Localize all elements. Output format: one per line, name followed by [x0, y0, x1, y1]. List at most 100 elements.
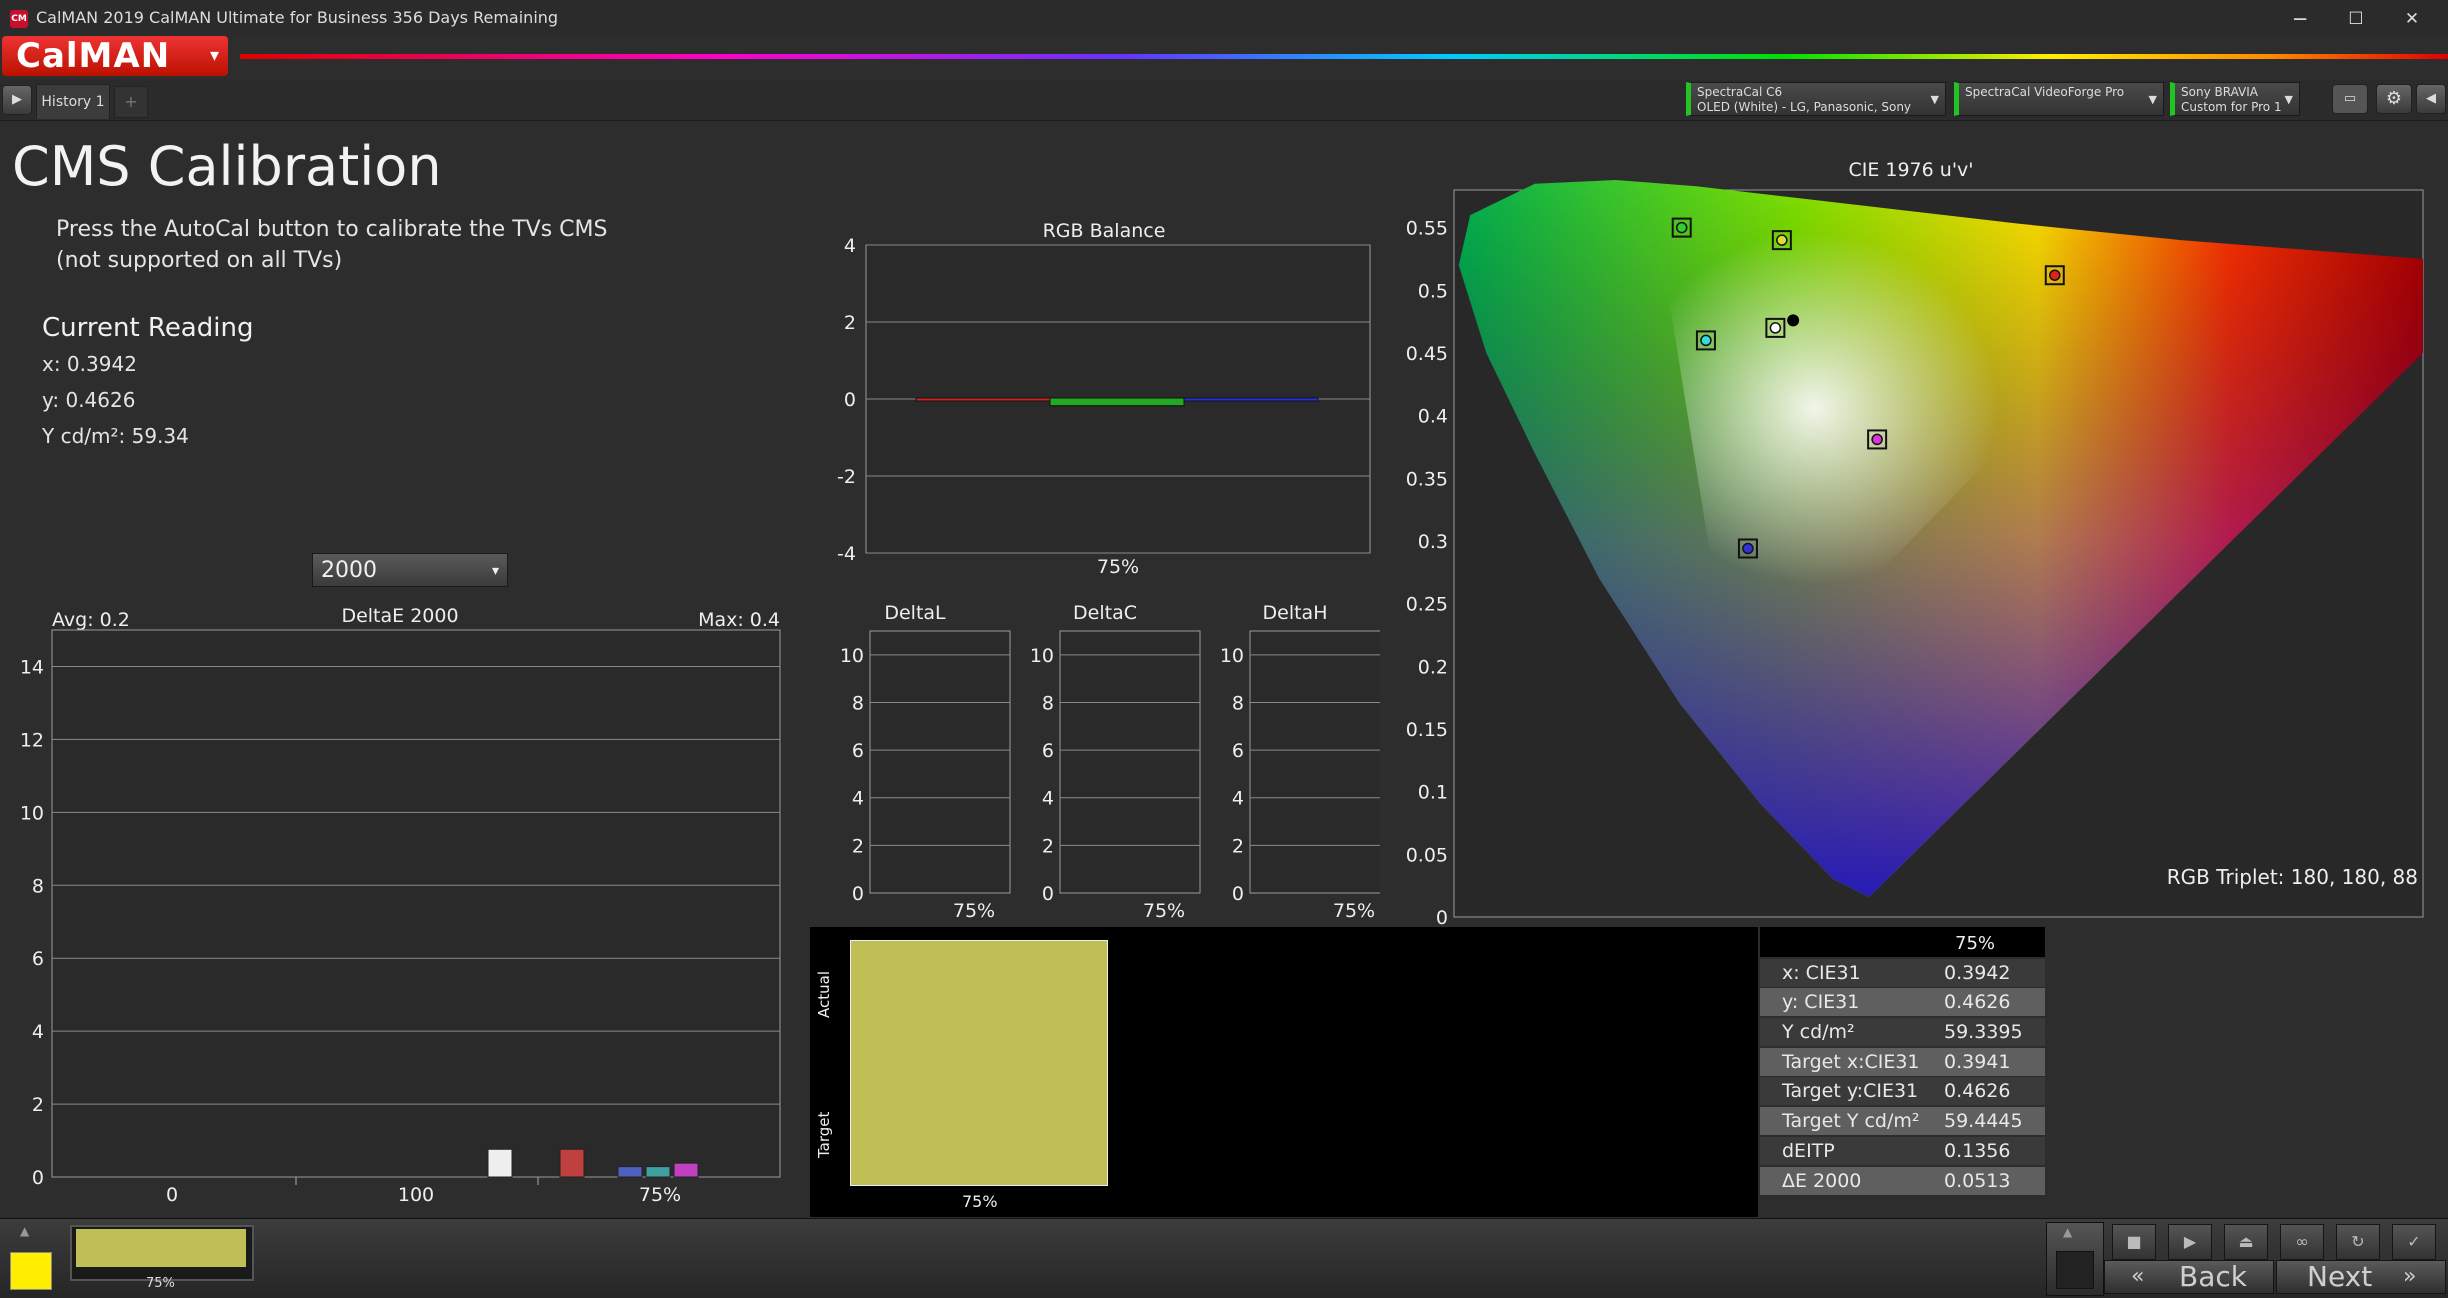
deltae-x-tick: 75%: [639, 1184, 681, 1206]
deltal-title: DeltaL: [884, 602, 946, 624]
gear-icon[interactable]: ⚙: [2376, 84, 2412, 114]
delta-y-tick: 10: [1030, 645, 1054, 667]
window-title: CalMAN 2019 CalMAN Ultimate for Business…: [36, 8, 559, 27]
calman-menu-button[interactable]: CalMAN ▾: [2, 36, 228, 76]
deltae-bar: [673, 1162, 699, 1178]
app-icon: CM: [10, 10, 28, 28]
readings-key: Target y:CIE31: [1782, 1080, 1919, 1103]
deltac-title: DeltaC: [1073, 602, 1137, 624]
rgb-balance-y-tick: 2: [844, 312, 856, 334]
deltal-chart: DeltaL 10 8 6 4 2 0 75%: [840, 602, 1011, 920]
readings-row: ΔE 2000 0.0513: [1760, 1166, 2045, 1195]
collapse-icon[interactable]: ◀: [2416, 84, 2446, 114]
scroll-up-icon: ▲: [2063, 1225, 2073, 1239]
play-icon[interactable]: ▶: [2, 85, 32, 115]
close-button[interactable]: ✕: [2384, 0, 2440, 38]
delta-y-tick: 6: [852, 740, 864, 762]
play-icon[interactable]: ▶: [2168, 1224, 2212, 1260]
deltae-y-tick: 14: [20, 656, 44, 678]
deltae-y-ticks: 14 12 10 8 6 4 2 0: [20, 656, 44, 1189]
deltae-x-ticks: 0 100 75%: [166, 1177, 681, 1206]
deltae-bar: [559, 1148, 585, 1178]
deltae-formula-select[interactable]: 2000 ▾: [312, 553, 508, 587]
readings-row: Target Y cd/m² 59.4445: [1760, 1107, 2045, 1136]
meter-selector[interactable]: SpectraCal C6 OLED (White) - LG, Panason…: [1686, 82, 1946, 116]
deltae-y-tick: 10: [20, 802, 44, 824]
deltae-title: DeltaE 2000: [341, 605, 458, 627]
readings-key: ΔE 2000: [1782, 1169, 1862, 1192]
actual-label: Actual: [815, 971, 833, 1018]
patch-preview-button[interactable]: ▲: [2046, 1222, 2104, 1296]
maximize-button[interactable]: ☐: [2328, 0, 2384, 38]
instructions-line-1: Press the AutoCal button to calibrate th…: [56, 217, 608, 242]
deltae-y-tick: 4: [32, 1021, 44, 1043]
swatch-caption: 75%: [962, 1192, 998, 1211]
rgb-balance-y-tick: 4: [844, 235, 856, 257]
eject-icon[interactable]: ⏏: [2224, 1224, 2268, 1260]
readings-key: x: CIE31: [1782, 961, 1861, 984]
cie-y-tick: 0.4: [1418, 406, 1448, 428]
rgb-triplet: RGB Triplet: 180, 180, 88: [2167, 865, 2418, 889]
target-label: Target: [815, 1111, 833, 1158]
add-tab-button[interactable]: +: [114, 86, 148, 118]
current-reading-luminance: Y cd/m²: 59.34: [42, 424, 189, 448]
chevron-down-icon: ▼: [1930, 93, 1939, 106]
cie-x-tick: 0.55: [2321, 926, 2363, 928]
deltae-x-tick: 0: [166, 1184, 178, 1206]
refresh-icon[interactable]: ↻: [2336, 1224, 2380, 1260]
deltae-x-tick: 100: [398, 1184, 434, 1206]
check-icon[interactable]: ✓: [2392, 1224, 2436, 1260]
stop-icon[interactable]: ■: [2112, 1224, 2156, 1260]
instructions-line-2: (not supported on all TVs): [56, 248, 343, 273]
scroll-up-icon[interactable]: ▲: [20, 1224, 29, 1238]
cie-white-point: [1787, 314, 1800, 327]
delta-y-tick: 4: [852, 788, 864, 810]
deltae-max: Max: 0.4: [698, 609, 780, 631]
deltae-y-tick: 6: [32, 948, 44, 970]
cie-y-tick: 0.55: [1406, 218, 1448, 240]
cie-measured-point: [2049, 269, 2061, 281]
minimize-button[interactable]: ─: [2272, 0, 2328, 38]
readings-header-label: 75%: [1955, 933, 1996, 954]
readings-value: 0.3941: [1944, 1050, 2011, 1073]
source-selector[interactable]: SpectraCal VideoForge Pro ▼: [1954, 82, 2164, 116]
delta-y-tick: 0: [852, 883, 864, 905]
logo-text: CalMAN: [16, 36, 171, 76]
cie-title: CIE 1976 u'v': [1848, 160, 1973, 181]
deltae-y-tick: 2: [32, 1094, 44, 1116]
delta-y-tick: 6: [1232, 740, 1244, 762]
back-button-label: Back: [2179, 1260, 2247, 1293]
readings-value: 0.3942: [1944, 961, 2011, 984]
cie-y-tick: 0.2: [1418, 656, 1448, 678]
deltac-chart: DeltaC 10 8 6 4 2 0 75%: [1030, 602, 1201, 920]
deltae-avg: Avg: 0.2: [52, 609, 130, 631]
display-name: Sony BRAVIA: [2181, 85, 2258, 99]
cie-y-tick: 0: [1436, 907, 1448, 928]
cie-y-tick: 0.3: [1418, 531, 1448, 553]
cie-measured-point: [1700, 334, 1712, 347]
deltae-bar: [617, 1166, 643, 1178]
device-icon[interactable]: ▭: [2332, 84, 2368, 114]
deltae-y-tick: 8: [32, 875, 44, 897]
rgb-balance-bar-blue: [1183, 397, 1319, 402]
meter-profile: OLED (White) - LG, Panasonic, Sony: [1697, 100, 1912, 114]
cie-measured-point: [1742, 542, 1754, 555]
delta-plot-area: [1249, 630, 1380, 894]
delta-x-label: 75%: [1143, 900, 1185, 920]
window-titlebar: CM CalMAN 2019 CalMAN Ultimate for Busin…: [0, 0, 2448, 39]
delta-plot-area: [1059, 630, 1201, 894]
readings-value: 0.0513: [1944, 1169, 2011, 1192]
rgb-balance-y-tick: -2: [837, 466, 856, 488]
next-button[interactable]: Next »: [2276, 1260, 2446, 1294]
tab-history-1[interactable]: History 1: [36, 84, 110, 119]
back-button[interactable]: « Back: [2104, 1260, 2274, 1294]
cie-y-tick: 0.35: [1406, 468, 1448, 490]
deltae-bar: [487, 1148, 513, 1178]
delta-y-tick: 0: [1042, 883, 1054, 905]
loop-icon[interactable]: ∞: [2280, 1224, 2324, 1260]
display-selector[interactable]: Sony BRAVIA Custom for Pro 1 ▼: [2170, 82, 2300, 116]
readings-row: dEITP 0.1356: [1760, 1136, 2045, 1165]
readings-value: 59.4445: [1944, 1110, 2023, 1133]
deltae-y-tick: 0: [32, 1167, 44, 1189]
current-reading-y: y: 0.4626: [42, 388, 136, 412]
